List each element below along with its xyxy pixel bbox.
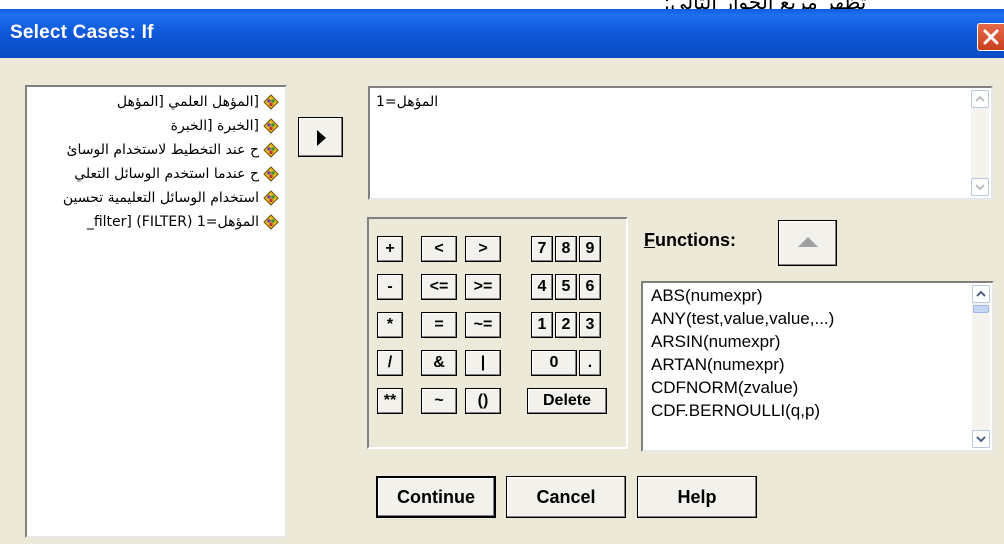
digit-7-key[interactable]: 7 — [531, 236, 553, 262]
chevron-down-icon — [975, 184, 985, 191]
expression-text: المؤهل=1 — [376, 94, 439, 110]
functions-scrollbar[interactable] — [972, 285, 990, 448]
function-list-item[interactable]: ANY(test,value,value,...) — [651, 309, 834, 331]
less-equal-key[interactable]: <= — [421, 274, 457, 300]
arrow-right-icon — [317, 130, 326, 146]
multiply-key[interactable]: * — [377, 312, 403, 338]
digit-1-key[interactable]: 1 — [531, 312, 553, 338]
parentheses-key[interactable]: () — [465, 388, 501, 414]
minus-key[interactable]: - — [377, 274, 403, 300]
variable-list-item[interactable]: [المؤهل العلمي [المؤهل — [117, 90, 279, 113]
equals-key[interactable]: = — [421, 312, 457, 338]
continue-button[interactable]: Continue — [376, 476, 496, 518]
close-button[interactable] — [977, 23, 1004, 51]
plus-key[interactable]: + — [377, 236, 403, 262]
delete-key[interactable]: Delete — [527, 388, 607, 414]
move-variable-button[interactable] — [298, 117, 343, 157]
help-button[interactable]: Help — [637, 476, 757, 518]
variable-label: ح عند التخطيط لاستخدام الوسائ — [66, 141, 259, 158]
nominal-variable-icon — [263, 213, 279, 230]
variable-list-item[interactable]: ح عند التخطيط لاستخدام الوسائ — [67, 138, 279, 161]
not-equal-key[interactable]: ~= — [465, 312, 501, 338]
digit-4-key[interactable]: 4 — [531, 274, 553, 300]
and-key[interactable]: & — [421, 350, 457, 376]
nominal-variable-icon — [263, 93, 279, 110]
chevron-down-icon — [976, 436, 986, 443]
power-key[interactable]: ** — [377, 388, 403, 414]
digit-6-key[interactable]: 6 — [579, 274, 601, 300]
function-list-item[interactable]: ARTAN(numexpr) — [651, 355, 785, 377]
scroll-up-button[interactable] — [971, 90, 989, 108]
insert-function-button[interactable] — [778, 220, 837, 266]
variable-list[interactable]: [المؤهل العلمي [المؤهل [الخبرة [الخبرة ح ع… — [25, 85, 287, 538]
function-list-item[interactable]: CDF.BERNOULLI(q,p) — [651, 401, 820, 423]
digit-0-key[interactable]: 0 — [531, 350, 577, 376]
variable-label: استخدام الوسائل التعليمية تحسين — [62, 189, 259, 206]
chevron-up-icon — [975, 95, 985, 102]
greater-than-key[interactable]: > — [465, 236, 501, 262]
variable-list-item[interactable]: استخدام الوسائل التعليمية تحسين — [63, 186, 279, 209]
variable-list-item[interactable]: المؤهل=1 (FILTER) [filter_ — [87, 210, 279, 233]
expression-scrollbar[interactable] — [971, 90, 989, 196]
nominal-variable-icon — [263, 165, 279, 182]
less-than-key[interactable]: < — [421, 236, 457, 262]
scroll-down-button[interactable] — [972, 430, 990, 448]
functions-label: Functions: — [644, 230, 736, 250]
divide-key[interactable]: / — [377, 350, 403, 376]
calculator-keypad: + < >7 8 9 - <= >= 4 5 6 * = ~= 1 2 3 /& | 0. ** ~ () Delete — [367, 217, 628, 449]
digit-8-key[interactable]: 8 — [555, 236, 577, 262]
digit-3-key[interactable]: 3 — [579, 312, 601, 338]
variable-label: ح عندما استخدم الوسائل التعلي — [74, 165, 259, 182]
scroll-thumb[interactable] — [973, 305, 989, 313]
variable-label: المؤهل=1 (FILTER) [filter_ — [86, 213, 259, 230]
scroll-down-button[interactable] — [971, 178, 989, 196]
or-key[interactable]: | — [465, 350, 501, 376]
nominal-variable-icon — [263, 141, 279, 158]
window-title: Select Cases: If — [10, 22, 154, 43]
scroll-up-button[interactable] — [972, 285, 990, 303]
functions-list[interactable]: ABS(numexpr) ANY(test,value,value,...) ARS… — [641, 281, 994, 452]
function-list-item[interactable]: CDFNORM(zvalue) — [651, 378, 798, 400]
variable-list-item[interactable]: ح عندما استخدم الوسائل التعلي — [74, 162, 279, 185]
nominal-variable-icon — [263, 117, 279, 134]
triangle-up-icon — [798, 237, 818, 247]
digit-2-key[interactable]: 2 — [555, 312, 577, 338]
variable-label: [المؤهل العلمي [المؤهل — [116, 93, 259, 110]
decimal-key[interactable]: . — [579, 350, 601, 376]
close-icon — [983, 29, 999, 45]
select-cases-if-dialog: Select Cases: If [المؤهل العلمي [المؤهل[… — [0, 9, 1004, 544]
function-list-item[interactable]: ABS(numexpr) — [651, 286, 762, 308]
greater-equal-key[interactable]: >= — [465, 274, 501, 300]
title-bar: Select Cases: If — [0, 9, 1004, 58]
variable-label: [الخبرة [الخبرة — [170, 117, 259, 134]
chevron-up-icon — [976, 290, 986, 297]
function-list-item[interactable]: ARSIN(numexpr) — [651, 332, 780, 354]
digit-5-key[interactable]: 5 — [555, 274, 577, 300]
digit-9-key[interactable]: 9 — [579, 236, 601, 262]
not-key[interactable]: ~ — [421, 388, 457, 414]
variable-list-item[interactable]: [الخبرة [الخبرة — [171, 114, 279, 137]
expression-textarea[interactable]: المؤهل=1 — [368, 86, 993, 200]
cancel-button[interactable]: Cancel — [506, 476, 626, 518]
nominal-variable-icon — [263, 189, 279, 206]
